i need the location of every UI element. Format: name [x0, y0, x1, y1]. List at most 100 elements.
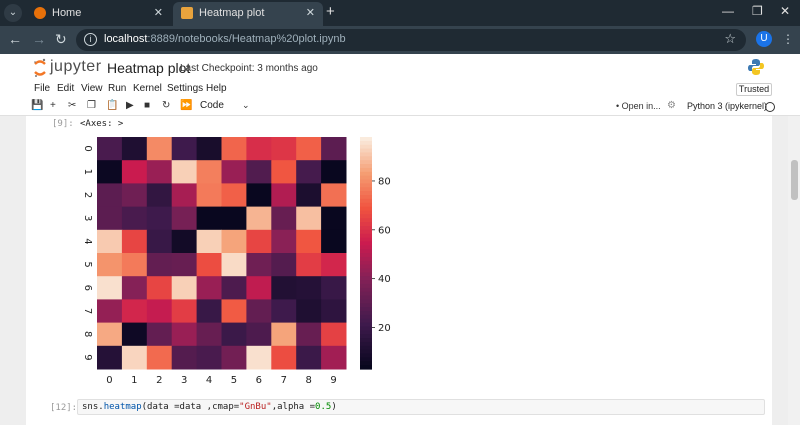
open-in-button[interactable]: • Open in...: [616, 101, 661, 111]
colorbar-segment: [360, 349, 372, 355]
jupyter-brand: jupyter: [50, 58, 102, 75]
menu-file[interactable]: File: [34, 83, 50, 94]
cut-icon[interactable]: ✂: [68, 100, 76, 111]
colorbar-segment: [360, 140, 372, 146]
fast-forward-icon[interactable]: ⏩: [180, 100, 192, 111]
close-tab-icon[interactable]: ✕: [154, 6, 163, 19]
code-cell-editor[interactable]: sns.heatmap(data =data ,cmap="GnBu",alph…: [77, 399, 765, 415]
browser-tab-bar: ⌄ Home ✕ Heatmap plot ✕ + — ❐ ✕: [0, 0, 800, 26]
heatmap-cell: [121, 206, 148, 231]
url-field[interactable]: i localhost:8889/notebooks/Heatmap%20plo…: [76, 29, 746, 51]
forward-arrow-icon[interactable]: →: [32, 31, 46, 47]
heatmap-cell: [271, 276, 297, 300]
y-tick-label: 6: [82, 285, 93, 291]
heatmap-cell: [321, 253, 347, 277]
y-tick-label: 5: [82, 261, 93, 267]
run-play-icon[interactable]: ▶: [126, 100, 134, 111]
heatmap-cell: [271, 345, 297, 370]
reload-icon[interactable]: ↻: [55, 31, 67, 48]
heatmap-cell: [121, 160, 148, 184]
heatmap-cell: [171, 183, 198, 208]
heatmap-cell: [246, 229, 272, 254]
heatmap-cell: [271, 229, 297, 254]
colorbar-segment: [360, 164, 372, 169]
jupyter-header: jupyter Heatmap plot Last Checkpoint: 3 …: [0, 54, 800, 82]
restart-icon[interactable]: ↻: [162, 100, 170, 111]
colorbar-segment: [360, 206, 372, 212]
colorbar-segment: [360, 144, 372, 150]
colorbar-segment: [360, 256, 372, 262]
x-tick-label: 9: [330, 375, 336, 386]
colorbar-segment: [360, 187, 372, 192]
heatmap-cell: [196, 137, 222, 161]
heatmap-cell: [246, 160, 272, 184]
window-close-icon[interactable]: ✕: [780, 4, 790, 18]
heatmap-cell: [97, 299, 123, 324]
heatmap-cell: [246, 253, 272, 277]
cell-type-select[interactable]: Code: [200, 100, 224, 111]
heatmap-cell: [196, 229, 222, 254]
paste-icon[interactable]: 📋: [106, 100, 118, 111]
input-prompt: [12]:: [50, 403, 78, 413]
profile-avatar[interactable]: U: [756, 31, 772, 47]
tab-search-chevron-icon[interactable]: ⌄: [4, 4, 22, 22]
heatmap-cell: [146, 137, 173, 161]
notebook-favicon-icon: [181, 7, 193, 19]
heatmap-chart: 0 1 2 3 4 5 6 7 8 9 0 1 2 3 4 5 6 7 8 9 20 40 60 80: [82, 137, 391, 386]
colorbar-segment: [360, 353, 372, 358]
kernel-name[interactable]: Python 3 (ipykernel): [687, 101, 767, 111]
site-info-icon[interactable]: i: [84, 33, 97, 46]
minimize-icon[interactable]: —: [722, 4, 734, 18]
browser-menu-icon[interactable]: ⋮: [782, 32, 794, 46]
save-icon[interactable]: 💾: [31, 100, 43, 111]
heatmap-cell: [221, 206, 247, 231]
heatmap-cell: [97, 345, 123, 370]
heatmap-cell: [271, 137, 297, 161]
kernel-status-icon: [765, 102, 775, 112]
colorbar-tick-label: 20: [378, 323, 391, 334]
y-tick-label: 0: [82, 145, 93, 151]
heatmap-cell: [171, 322, 198, 347]
menu-run[interactable]: Run: [108, 83, 126, 94]
colorbar-segment: [360, 245, 372, 250]
colorbar-segment: [360, 156, 372, 161]
notebook-title[interactable]: Heatmap plot: [107, 60, 190, 76]
colorbar-segment: [360, 179, 372, 184]
notebook-toolbar: 💾 + ✂ ❐ 📋 ▶ ■ ↻ ⏩ Code ⌄ • Open in... ⚙ …: [0, 98, 800, 116]
heatmap-cell: [171, 160, 198, 184]
scrollbar-thumb[interactable]: [791, 160, 798, 200]
colorbar-tick-label: 60: [378, 225, 391, 236]
menu-kernel[interactable]: Kernel: [133, 83, 162, 94]
heatmap-cell: [271, 206, 297, 231]
heatmap-cell: [121, 253, 148, 277]
heatmap-cell: [121, 345, 148, 370]
tab-home[interactable]: Home ✕: [26, 2, 171, 26]
bookmark-star-icon[interactable]: ☆: [724, 31, 736, 47]
insert-cell-plus-icon[interactable]: +: [50, 100, 56, 111]
stop-icon[interactable]: ■: [144, 100, 150, 111]
heatmap-cell: [296, 206, 322, 231]
new-tab-plus-icon[interactable]: +: [326, 3, 335, 20]
tab-heatmap-plot[interactable]: Heatmap plot ✕: [173, 2, 323, 26]
trusted-badge[interactable]: Trusted: [736, 83, 772, 96]
x-tick-label: 0: [106, 375, 112, 386]
heatmap-cell: [321, 299, 347, 324]
menu-edit[interactable]: Edit: [57, 83, 74, 94]
menu-help[interactable]: Help: [206, 83, 227, 94]
back-arrow-icon[interactable]: ←: [8, 31, 22, 47]
menu-view[interactable]: View: [81, 83, 103, 94]
checkpoint-status: Last Checkpoint: 3 months ago: [180, 63, 318, 74]
y-tick-label: 9: [82, 354, 93, 360]
restore-icon[interactable]: ❐: [752, 4, 763, 18]
colorbar-segment: [360, 341, 372, 347]
heatmap-cell: [171, 137, 198, 161]
menu-settings[interactable]: Settings: [167, 83, 203, 94]
heatmap-cell: [97, 160, 123, 184]
copy-icon[interactable]: ❐: [87, 100, 96, 111]
colorbar-segment: [360, 345, 372, 351]
chevron-down-icon[interactable]: ⌄: [242, 100, 250, 111]
close-tab-icon[interactable]: ✕: [306, 6, 315, 19]
colorbar-segment: [360, 148, 372, 154]
colorbar-segment: [360, 334, 372, 339]
heatmap-cell: [196, 276, 222, 300]
